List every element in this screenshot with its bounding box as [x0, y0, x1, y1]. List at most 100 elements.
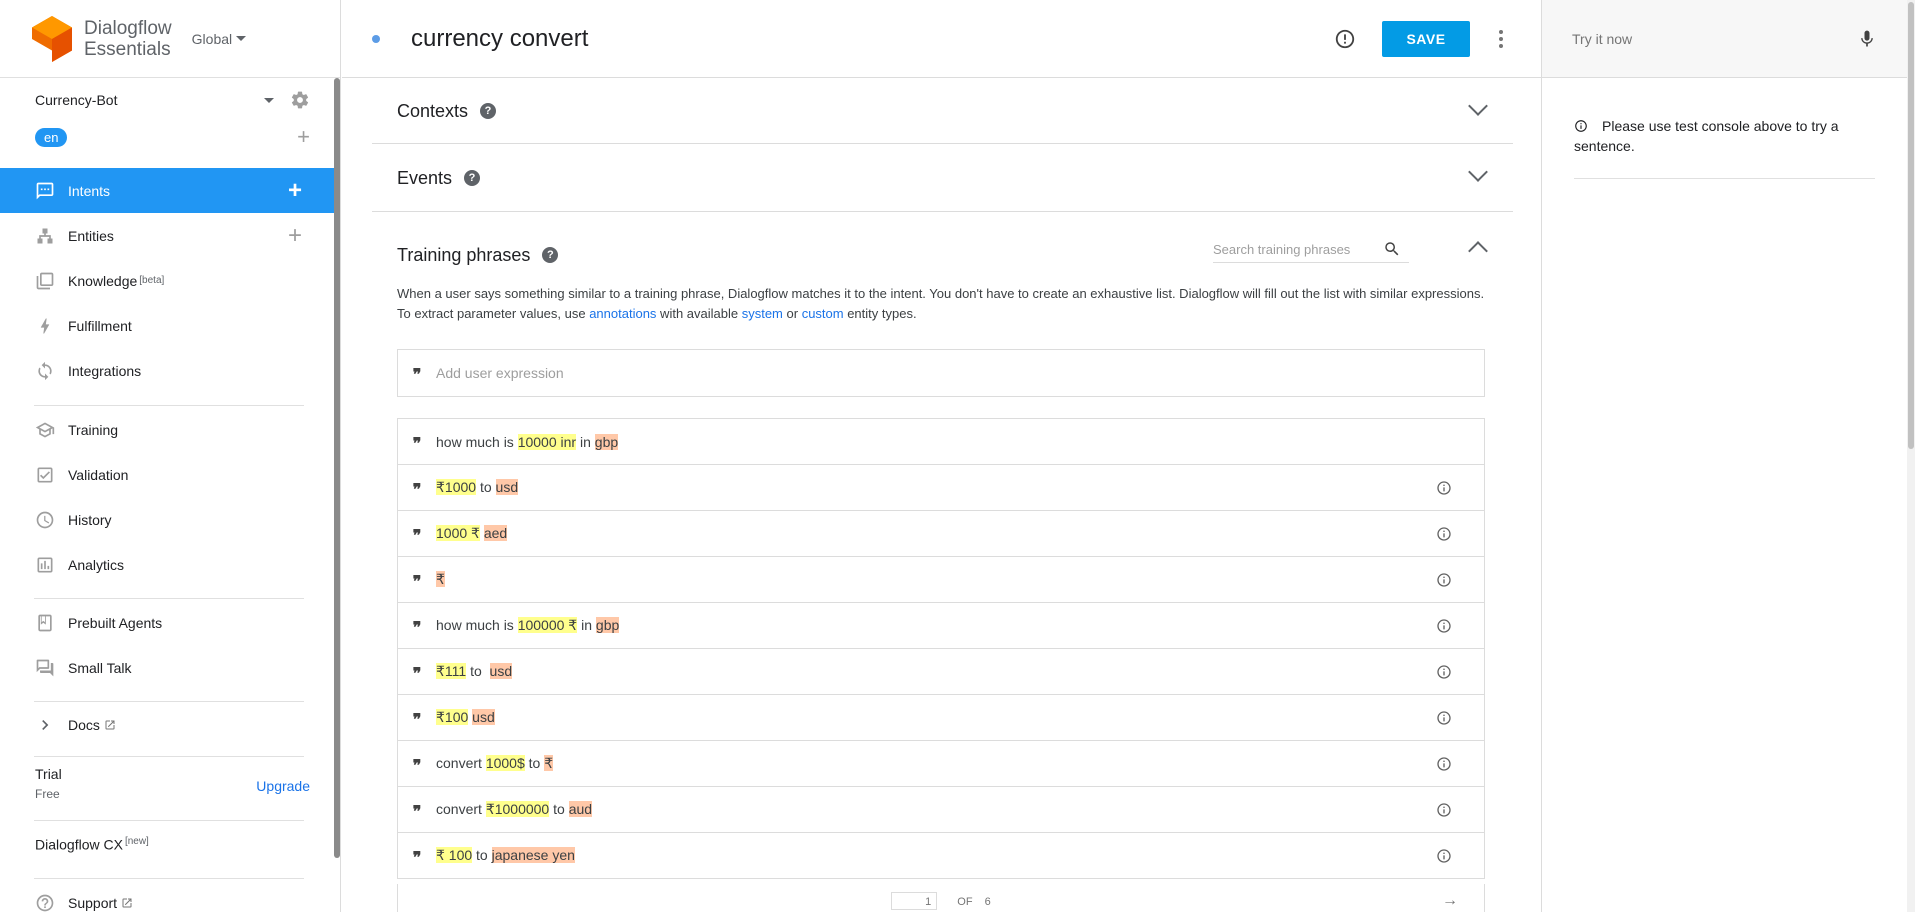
info-icon[interactable]: [1436, 802, 1452, 818]
info-icon[interactable]: [1436, 480, 1452, 496]
contexts-section[interactable]: Contexts ?: [372, 78, 1513, 144]
sidebar-item-small-talk[interactable]: Small Talk: [0, 645, 334, 690]
info-icon[interactable]: [1436, 664, 1452, 680]
upgrade-link[interactable]: Upgrade: [256, 778, 310, 794]
parameter-annotation[interactable]: ₹1000: [436, 479, 477, 495]
nav-docs: Docs: [0, 702, 334, 747]
sidebar-item-intents[interactable]: Intents +: [0, 168, 334, 213]
try-it-input[interactable]: [1572, 30, 1857, 47]
parameter-annotation[interactable]: ₹: [436, 571, 445, 587]
sidebar-item-knowledge[interactable]: Knowledge [beta]: [0, 258, 334, 303]
training-phrase-row[interactable]: ❞ how much is 100000 ₹ in gbp: [398, 603, 1484, 649]
training-phrase-text[interactable]: how much is 10000 inr in gbp: [436, 433, 1484, 450]
parameter-annotation[interactable]: ₹: [544, 755, 554, 771]
agent-selector[interactable]: Currency-Bot: [35, 88, 310, 112]
page-input[interactable]: 1: [891, 892, 938, 910]
phrase-segment: to: [466, 663, 490, 679]
parameter-annotation[interactable]: gbp: [594, 433, 619, 450]
sidebar-item-history[interactable]: History: [0, 497, 334, 542]
gear-icon[interactable]: [290, 90, 310, 110]
info-icon[interactable]: [1436, 756, 1452, 772]
phrase-segment: in: [577, 617, 596, 633]
search-training-phrases[interactable]: [1213, 236, 1409, 263]
sidebar-item-docs[interactable]: Docs: [0, 702, 334, 747]
training-phrase-row[interactable]: ❞ ₹111 to usd: [398, 649, 1484, 695]
custom-link[interactable]: custom: [802, 306, 844, 321]
parameter-annotation[interactable]: 1000 ₹: [436, 525, 480, 541]
parameter-annotation[interactable]: ₹111: [436, 663, 467, 679]
training-phrase-text[interactable]: convert ₹1000000 to aud: [436, 801, 1484, 818]
sidebar-item-entities[interactable]: Entities +: [0, 213, 334, 258]
intent-name[interactable]: currency convert: [411, 25, 1334, 53]
page-scrollbar[interactable]: [1907, 0, 1915, 912]
save-button[interactable]: SAVE: [1382, 20, 1470, 57]
sidebar-item-support[interactable]: Support: [0, 880, 334, 912]
parameter-annotation[interactable]: usd: [489, 663, 513, 679]
page-scroll-thumb[interactable]: [1908, 2, 1914, 449]
arrow-forward-icon[interactable]: →: [1442, 892, 1458, 910]
training-phrase-row[interactable]: ❞ ₹ 100 to japanese yen: [398, 833, 1484, 879]
add-language-icon[interactable]: +: [297, 126, 310, 148]
info-icon[interactable]: [1436, 572, 1452, 588]
help-icon[interactable]: ?: [480, 103, 497, 119]
parameter-annotation[interactable]: ₹100: [436, 709, 469, 725]
help-icon[interactable]: ?: [464, 170, 481, 186]
region-selector[interactable]: Global: [192, 31, 247, 47]
dialogflow-cx-link[interactable]: Dialogflow CX [new]: [35, 836, 149, 853]
bookmark-icon: [34, 612, 56, 634]
training-phrase-text[interactable]: ₹1000 to usd: [436, 479, 1484, 496]
training-phrase-text[interactable]: convert 1000$ to ₹: [436, 755, 1484, 772]
training-phrase-text[interactable]: 1000 ₹ aed: [436, 525, 1484, 542]
parameter-annotation[interactable]: usd: [472, 709, 495, 725]
add-intent-icon[interactable]: +: [288, 178, 302, 202]
info-icon[interactable]: [1436, 710, 1452, 726]
add-entity-icon[interactable]: +: [288, 223, 302, 247]
sidebar-item-validation[interactable]: Validation: [0, 452, 334, 497]
parameter-annotation[interactable]: japanese yen: [491, 847, 575, 863]
training-phrase-text[interactable]: ₹111 to usd: [436, 663, 1484, 680]
training-phrase-row[interactable]: ❞ convert ₹1000000 to aud: [398, 787, 1484, 833]
info-icon[interactable]: [1436, 526, 1452, 542]
training-phrase-row[interactable]: ❞ ₹1000 to usd: [398, 465, 1484, 511]
parameter-annotation[interactable]: ₹1000000: [485, 801, 550, 817]
parameter-annotation[interactable]: gbp: [595, 617, 620, 633]
training-phrase-row[interactable]: ❞ 1000 ₹ aed: [398, 511, 1484, 557]
caret-down-icon[interactable]: [264, 97, 274, 103]
training-phrase-row[interactable]: ❞ convert 1000$ to ₹: [398, 741, 1484, 787]
training-phrase-text[interactable]: ₹ 100 to japanese yen: [436, 847, 1484, 864]
events-section[interactable]: Events ?: [372, 144, 1513, 212]
training-phrase-text[interactable]: ₹: [436, 571, 1484, 588]
training-phrase-text[interactable]: ₹100 usd: [436, 709, 1484, 726]
training-phrase-row[interactable]: ❞ ₹100 usd: [398, 695, 1484, 741]
parameter-annotation[interactable]: aud: [568, 801, 593, 817]
info-icon[interactable]: [1436, 848, 1452, 864]
system-link[interactable]: system: [742, 306, 783, 321]
parameter-annotation[interactable]: ₹ 100: [436, 847, 473, 863]
annotations-link[interactable]: annotations: [589, 306, 656, 321]
info-icon[interactable]: [1334, 28, 1356, 50]
parameter-annotation[interactable]: 10000 inr: [517, 433, 577, 450]
sidebar-item-training[interactable]: Training: [0, 407, 334, 452]
sidebar-item-integrations[interactable]: Integrations: [0, 348, 334, 393]
parameter-annotation[interactable]: usd: [495, 479, 519, 495]
training-phrase-row[interactable]: ❞ how much is 10000 inr in gbp: [398, 419, 1484, 465]
phrase-segment: to: [524, 755, 545, 771]
mic-icon[interactable]: [1857, 29, 1877, 49]
parameter-annotation[interactable]: aed: [483, 525, 508, 541]
parameter-annotation[interactable]: 100000 ₹: [517, 617, 578, 633]
help-icon[interactable]: ?: [542, 247, 559, 263]
sidebar-item-prebuilt-agents[interactable]: Prebuilt Agents: [0, 600, 334, 645]
sidebar-item-fulfillment[interactable]: Fulfillment: [0, 303, 334, 348]
sidebar-item-analytics[interactable]: Analytics: [0, 542, 334, 587]
sidebar-scrollbar[interactable]: [334, 78, 340, 858]
search-input[interactable]: [1213, 241, 1383, 257]
training-phrase-row[interactable]: ❞ ₹: [398, 557, 1484, 603]
more-vert-icon[interactable]: [1486, 29, 1516, 48]
training-phrase-text[interactable]: how much is 100000 ₹ in gbp: [436, 617, 1484, 634]
search-icon[interactable]: [1383, 240, 1401, 258]
parameter-annotation[interactable]: 1000$: [485, 755, 525, 771]
info-icon[interactable]: [1436, 618, 1452, 634]
add-user-expression-input[interactable]: [436, 365, 1484, 381]
language-pill[interactable]: en: [35, 127, 68, 147]
add-expression-row[interactable]: ❞: [397, 349, 1485, 397]
